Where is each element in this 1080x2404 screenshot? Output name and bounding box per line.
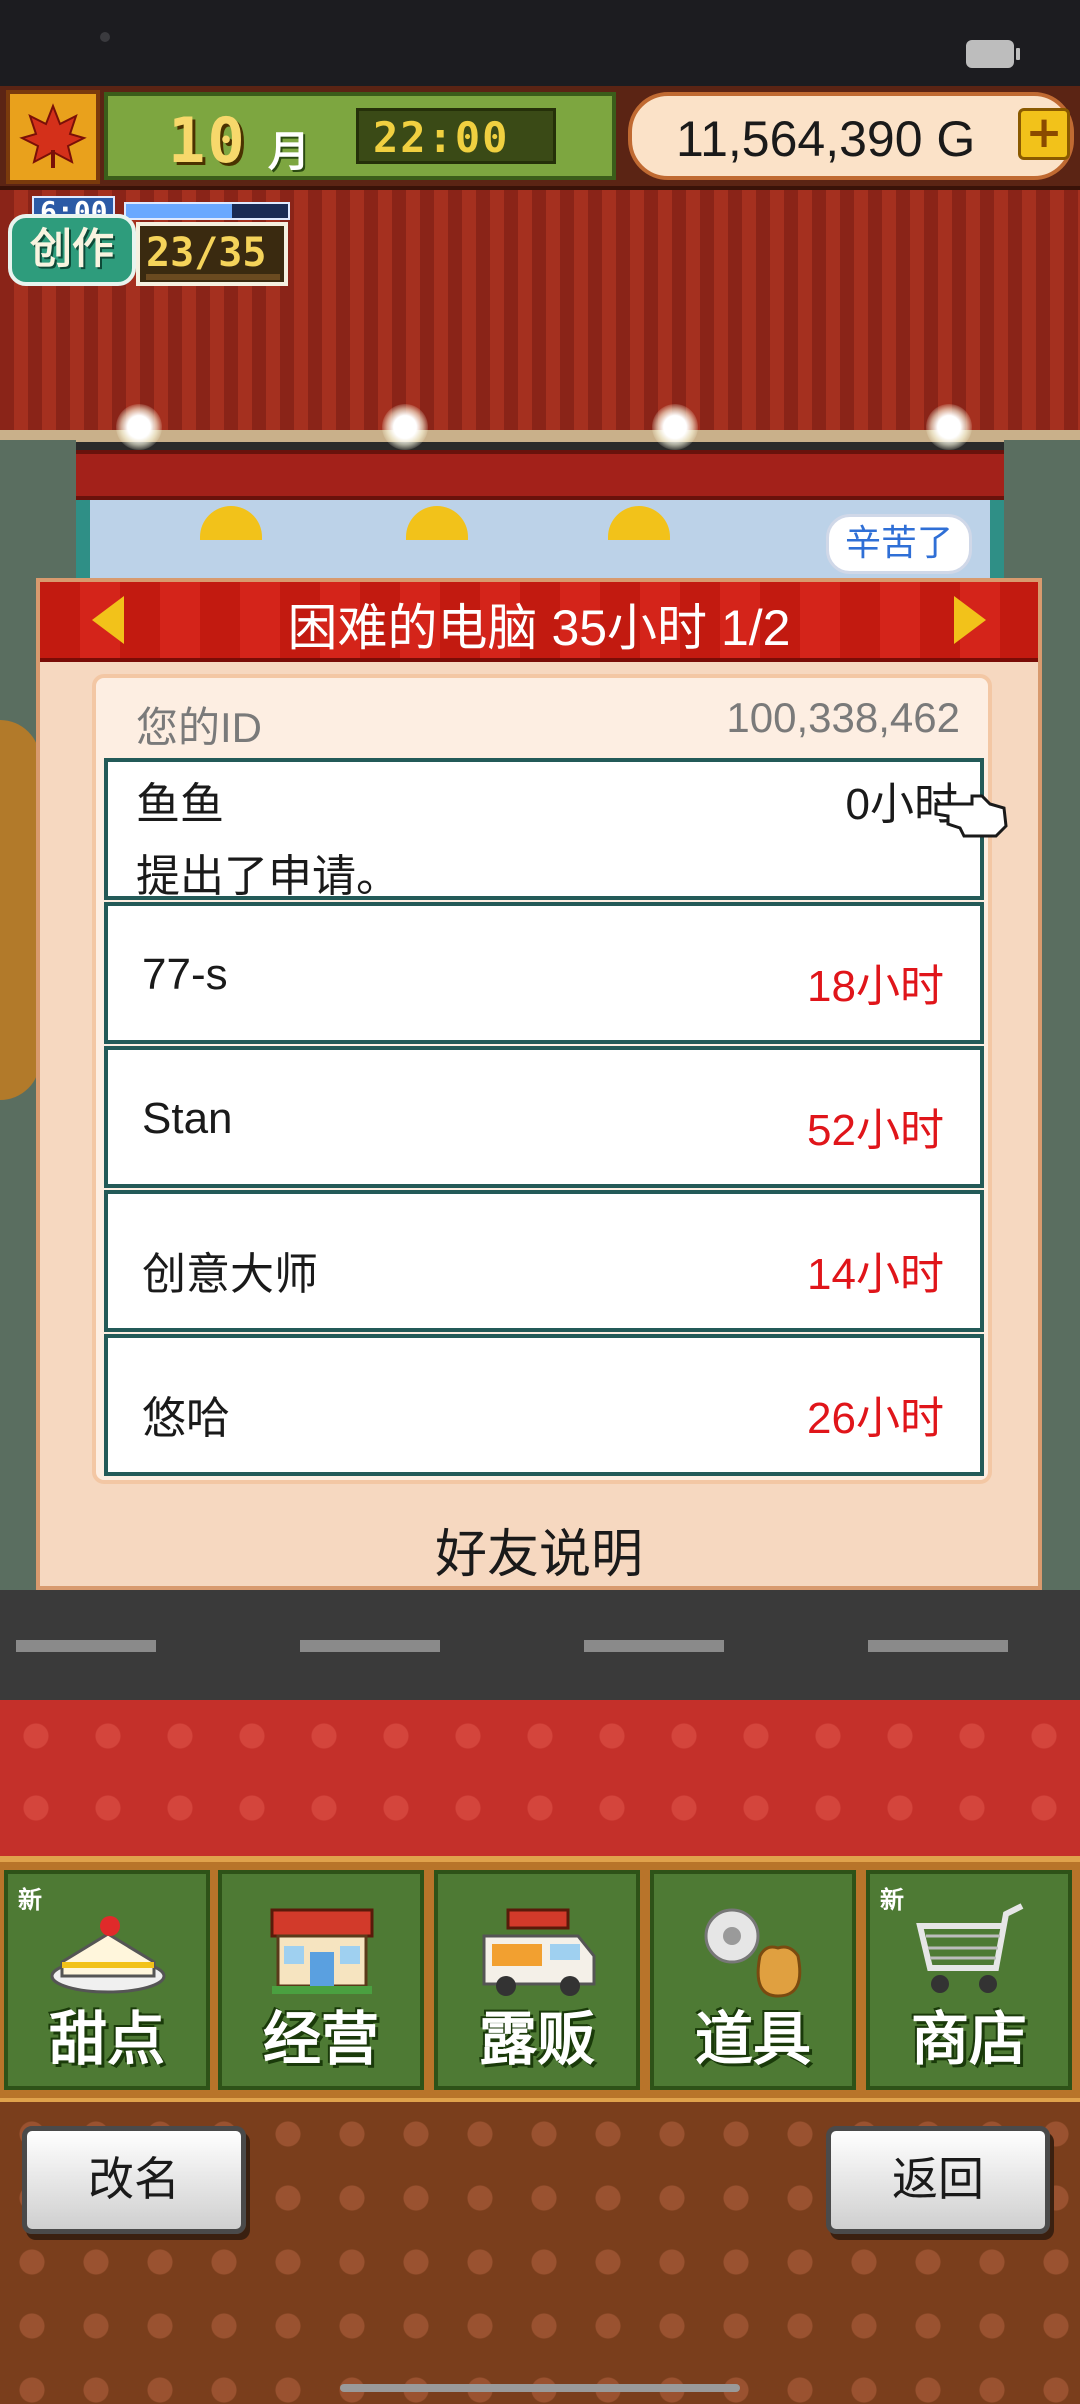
friend-hours: 26小时 <box>807 1394 944 1443</box>
menu-label: 经营 <box>262 2005 379 2073</box>
friend-hours: 14小时 <box>807 1250 944 1299</box>
menu-foodtruck-button[interactable]: 露贩 <box>434 1870 640 2090</box>
your-id-value: 100,338,462 <box>726 694 960 741</box>
lamp-light <box>926 404 972 450</box>
main-menu-bar: 新 甜点 经营 露贩 道具 新 商店 <box>0 1856 1080 2102</box>
arrow-right-icon[interactable] <box>954 596 986 644</box>
lane-marking <box>300 1640 440 1652</box>
project-dialog: 困难的电脑 35小时 1/2 您的ID 100,338,462 鱼鱼 0小时 提… <box>36 578 1042 1590</box>
friend-name: 鱼鱼 <box>136 780 224 829</box>
clock-box: 22:00 <box>356 108 556 164</box>
season-badge[interactable] <box>6 90 100 184</box>
create-progress-badge[interactable]: 6:00 创作 23/35 <box>8 196 290 292</box>
friend-help-link[interactable]: 好友说明 <box>40 1512 1038 1587</box>
friend-row[interactable]: Stan 52小时 <box>104 1046 984 1188</box>
friend-row[interactable]: 创意大师 14小时 <box>104 1190 984 1332</box>
menu-items-button[interactable]: 道具 <box>650 1870 856 2090</box>
cake-icon <box>50 1916 166 1994</box>
friend-row[interactable]: 鱼鱼 0小时 提出了申请。 <box>104 758 984 901</box>
menu-label: 商店 <box>910 2005 1027 2073</box>
rename-label: 改名 <box>88 2153 180 2205</box>
food-truck-icon <box>482 1908 596 1996</box>
dialog-title: 困难的电脑 35小时 1/2 <box>287 600 791 656</box>
friend-request-message: 提出了申请。 <box>136 852 400 901</box>
friend-hours: 52小时 <box>807 1106 944 1155</box>
date-panel: 10 月 22:00 <box>104 92 616 180</box>
create-count-box: 23/35 <box>136 222 288 286</box>
menu-label: 露贩 <box>478 2005 595 2073</box>
lamp-light <box>652 404 698 450</box>
create-timer-bar <box>124 202 290 220</box>
camera-dot <box>100 32 110 42</box>
create-timer-fill <box>126 204 233 218</box>
greeting-bubble: 辛苦了 <box>826 514 972 574</box>
menu-shop-button[interactable]: 新 商店 <box>866 1870 1072 2090</box>
back-label: 返回 <box>892 2153 984 2205</box>
lamp-light <box>382 404 428 450</box>
friend-name: 创意大师 <box>142 1250 318 1299</box>
lamp-light <box>116 404 162 450</box>
pointing-hand-icon <box>934 794 1008 838</box>
back-button[interactable]: 返回 <box>826 2126 1050 2234</box>
new-badge: 新 <box>880 1886 904 1914</box>
awning-trim <box>0 430 1080 442</box>
rename-button[interactable]: 改名 <box>22 2126 246 2234</box>
shop-beam <box>44 450 1036 500</box>
clock-time: 22:00 <box>373 113 510 162</box>
lane-marking <box>584 1640 724 1652</box>
lane-marking <box>16 1640 156 1652</box>
money-amount: 11,564,390 G <box>676 111 976 167</box>
shopping-cart-icon <box>916 1903 1024 1993</box>
store-icon <box>270 1908 374 1994</box>
menu-dessert-button[interactable]: 新 甜点 <box>4 1870 210 2090</box>
menu-label: 甜点 <box>48 2005 165 2073</box>
lane-marking <box>868 1640 1008 1652</box>
month-label: 月 <box>268 127 311 176</box>
create-count: 23/35 <box>146 230 267 276</box>
friend-row[interactable]: 悠哈 26小时 <box>104 1334 984 1476</box>
menu-label: 道具 <box>694 2005 811 2073</box>
status-bar <box>0 0 1080 86</box>
friend-name: Stan <box>142 1094 233 1143</box>
friend-row[interactable]: 77-s 18小时 <box>104 902 984 1044</box>
autumn-tree <box>0 720 40 1100</box>
menu-manage-button[interactable]: 经营 <box>218 1870 424 2090</box>
footer-panel: 改名 返回 <box>0 2098 1080 2404</box>
month-number: 10 <box>168 104 247 177</box>
home-indicator <box>340 2384 740 2392</box>
add-money-button[interactable]: + <box>1018 108 1070 160</box>
dialog-header: 困难的电脑 35小时 1/2 <box>40 582 1038 662</box>
maple-leaf-icon <box>19 103 87 168</box>
friend-hours: 18小时 <box>807 962 944 1011</box>
new-badge: 新 <box>18 1886 42 1914</box>
battery-icon <box>966 40 1020 68</box>
decor-band <box>0 1700 1080 1860</box>
gear-pouch-icon <box>704 1908 802 1998</box>
friend-name: 77-s <box>142 950 228 999</box>
your-id-label: 您的ID <box>136 704 263 751</box>
friend-name: 悠哈 <box>142 1394 230 1443</box>
money-panel: 11,564,390 G <box>628 92 1074 180</box>
create-count-bar <box>146 274 280 280</box>
road <box>0 1590 1080 1700</box>
create-label: 创作 <box>8 214 136 286</box>
